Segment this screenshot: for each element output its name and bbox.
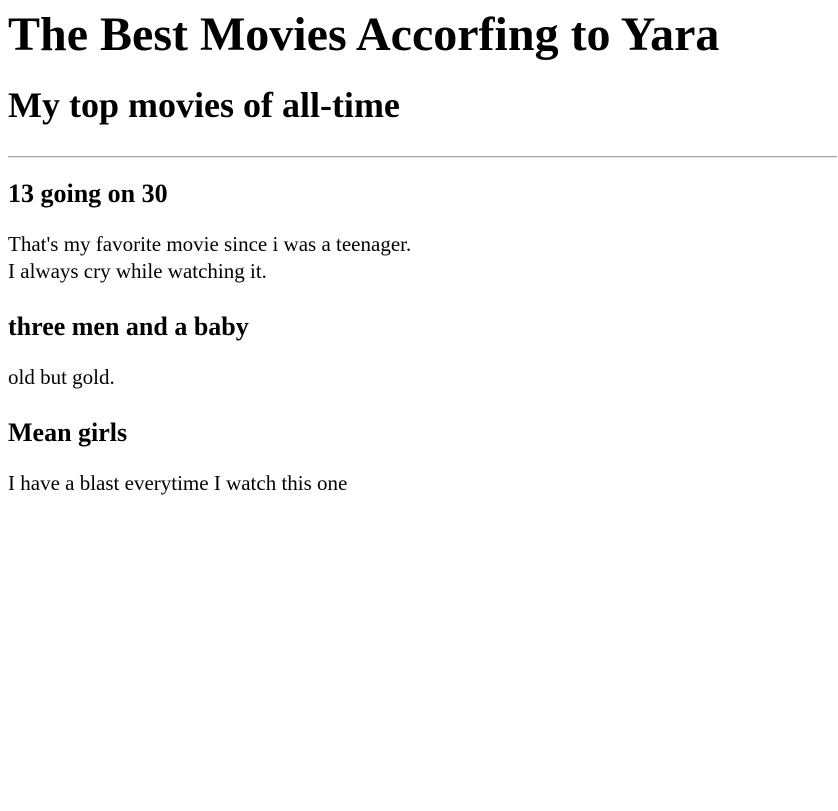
movie-entry: 13 going on 30 That's my favorite movie … — [8, 178, 830, 285]
movie-description-line: I always cry while watching it. — [8, 258, 267, 283]
page-subtitle: My top movies of all-time — [8, 84, 400, 125]
page-title: The Best Movies Accorfing to Yara — [8, 8, 720, 61]
movie-entry: three men and a baby old but gold. — [8, 311, 830, 391]
movie-title: Mean girls — [8, 418, 128, 448]
movie-title: 13 going on 30 — [8, 178, 168, 208]
divider — [8, 155, 837, 158]
movie-description: That's my favorite movie since i was a t… — [8, 231, 830, 285]
movie-description: old but gold. — [8, 364, 830, 391]
movie-description-line: old but gold. — [8, 365, 115, 390]
movie-entry: Mean girls I have a blast everytime I wa… — [8, 417, 830, 497]
movie-description: I have a blast everytime I watch this on… — [8, 470, 830, 497]
movie-description-line: That's my favorite movie since i was a t… — [8, 231, 412, 256]
movie-title: three men and a baby — [8, 311, 249, 341]
movie-description-line: I have a blast everytime I watch this on… — [8, 471, 348, 496]
